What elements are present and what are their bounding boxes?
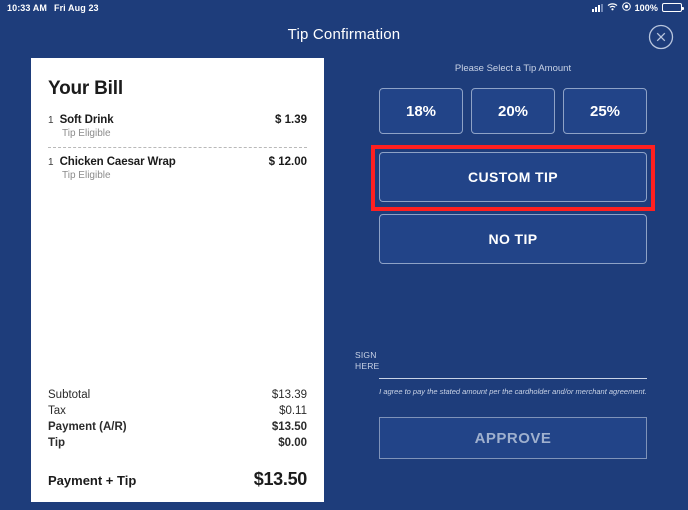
item-divider bbox=[48, 147, 307, 148]
total-row-tip: Tip $0.00 bbox=[48, 435, 307, 451]
total-row-tax: Tax $0.11 bbox=[48, 403, 307, 419]
tip-option-20[interactable]: 20% bbox=[471, 88, 555, 134]
total-value: $0.11 bbox=[279, 405, 307, 417]
item-name: Chicken Caesar Wrap bbox=[59, 156, 176, 168]
signature-disclaimer: I agree to pay the stated amount per the… bbox=[379, 387, 647, 396]
total-label: Payment (A/R) bbox=[48, 421, 127, 433]
sign-here-label: SIGN HERE bbox=[355, 350, 379, 372]
battery-percent-label: 100% bbox=[634, 2, 658, 13]
bill-heading: Your Bill bbox=[48, 78, 123, 99]
status-time: 10:33 AM bbox=[7, 2, 47, 13]
location-services-icon bbox=[621, 2, 631, 13]
total-row-subtotal: Subtotal $13.39 bbox=[48, 387, 307, 403]
total-value: $13.39 bbox=[271, 389, 307, 401]
item-note: Tip Eligible bbox=[62, 170, 111, 181]
cellular-signal-icon bbox=[591, 3, 603, 12]
item-quantity: 1 bbox=[48, 157, 54, 168]
tip-option-18[interactable]: 18% bbox=[379, 88, 463, 134]
item-price: $ 1.39 bbox=[275, 114, 307, 126]
sign-here-line1: SIGN bbox=[355, 350, 377, 360]
close-circle-icon[interactable] bbox=[648, 24, 674, 50]
total-label: Tax bbox=[48, 405, 66, 417]
item-price: $ 12.00 bbox=[268, 156, 307, 168]
item-note: Tip Eligible bbox=[62, 128, 111, 139]
item-quantity: 1 bbox=[48, 115, 54, 126]
tip-prompt-label: Please Select a Tip Amount bbox=[454, 63, 572, 74]
custom-tip-button[interactable]: CUSTOM TIP bbox=[379, 152, 647, 202]
status-date: Fri Aug 23 bbox=[53, 2, 99, 13]
sign-here-line2: HERE bbox=[355, 361, 380, 371]
total-row-payment: Payment (A/R) $13.50 bbox=[48, 419, 307, 435]
bill-card: Your Bill 1 Soft Drink $ 1.39 Tip Eligib… bbox=[31, 58, 324, 502]
grand-total-row: Payment + Tip $13.50 bbox=[48, 469, 307, 490]
tip-option-25[interactable]: 25% bbox=[563, 88, 647, 134]
bill-totals: Subtotal $13.39 Tax $0.11 Payment (A/R) … bbox=[45, 387, 310, 502]
status-bar-right: 100% bbox=[591, 0, 684, 15]
total-value: $0.00 bbox=[278, 437, 307, 449]
status-bar-left: 10:33 AM Fri Aug 23 bbox=[0, 3, 99, 13]
total-value: $13.50 bbox=[271, 421, 307, 433]
list-item: 1 Chicken Caesar Wrap $ 12.00 Tip Eligib… bbox=[45, 156, 310, 181]
signature-line[interactable] bbox=[379, 378, 647, 379]
list-item: 1 Soft Drink $ 1.39 Tip Eligible bbox=[45, 114, 310, 139]
grand-total-value: $13.50 bbox=[253, 469, 308, 489]
approve-button[interactable]: APPROVE bbox=[379, 417, 647, 459]
wifi-icon bbox=[607, 2, 618, 13]
total-label: Subtotal bbox=[48, 389, 91, 401]
no-tip-button[interactable]: NO TIP bbox=[379, 214, 647, 264]
page-title: Tip Confirmation bbox=[287, 26, 401, 43]
grand-total-label: Payment + Tip bbox=[48, 473, 137, 488]
battery-icon bbox=[662, 3, 684, 12]
bill-spacer bbox=[45, 181, 310, 387]
total-label: Tip bbox=[48, 437, 66, 449]
status-bar: 10:33 AM Fri Aug 23 100% bbox=[0, 0, 688, 15]
item-name: Soft Drink bbox=[59, 114, 114, 126]
